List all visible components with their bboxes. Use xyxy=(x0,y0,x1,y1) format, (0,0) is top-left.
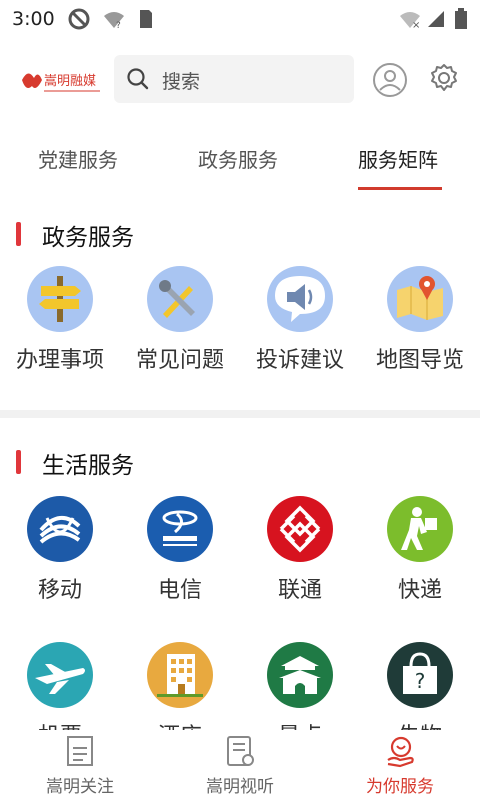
service-item-china-mobile[interactable]: 移动 xyxy=(0,496,120,604)
service-item-china-unicom[interactable]: 联通 xyxy=(240,496,360,604)
tab-party-service[interactable]: 党建服务 xyxy=(38,144,118,173)
tab-service-matrix[interactable]: 服务矩阵 xyxy=(358,144,438,173)
section-header-life: 生活服务 xyxy=(0,442,480,482)
service-label: 联通 xyxy=(277,578,322,603)
service-item-courier[interactable]: 快递 xyxy=(360,496,480,604)
nav-label: 为你服务 xyxy=(366,777,434,797)
do-not-disturb-icon xyxy=(68,8,90,30)
gate-tower-icon xyxy=(267,642,333,708)
wrench-pencil-icon xyxy=(147,266,213,332)
service-label: 电信 xyxy=(157,578,202,603)
signpost-icon xyxy=(27,266,93,332)
service-item-china-telecom[interactable]: 电信 xyxy=(120,496,240,604)
nav-label: 嵩明关注 xyxy=(46,777,114,797)
map-pin-icon xyxy=(387,266,453,332)
svg-text:?: ? xyxy=(415,669,426,693)
status-time: 3:00 xyxy=(12,8,55,30)
service-item-handle-matters[interactable]: 办理事项 xyxy=(0,266,120,374)
service-hand-icon xyxy=(387,736,414,768)
sim-card-icon xyxy=(140,10,152,28)
status-bar: 3:00 ? × xyxy=(0,0,480,36)
china-telecom-icon xyxy=(147,496,213,562)
section-bar xyxy=(16,222,21,246)
search-placeholder[interactable]: 搜索 xyxy=(162,67,200,94)
news-icon xyxy=(67,736,93,766)
lost-bag-icon: ? xyxy=(387,642,453,708)
section-divider xyxy=(0,410,480,418)
svg-text:×: × xyxy=(412,20,420,30)
svg-text:?: ? xyxy=(116,21,121,30)
top-bar: 嵩明融媒 搜索 xyxy=(0,52,480,108)
service-label: 常见问题 xyxy=(135,348,224,373)
service-label: 办理事项 xyxy=(15,348,104,373)
wifi-off-icon: × xyxy=(400,12,420,30)
section-header-government: 政务服务 xyxy=(0,214,480,254)
active-tab-indicator xyxy=(358,187,442,190)
app-logo: 嵩明融媒 xyxy=(18,66,102,96)
media-doc-icon xyxy=(227,736,254,766)
nav-label: 嵩明视听 xyxy=(206,777,274,797)
service-item-map-guide[interactable]: 地图导览 xyxy=(360,266,480,374)
china-unicom-icon xyxy=(267,496,333,562)
search-box[interactable]: 搜索 xyxy=(114,55,354,103)
courier-icon xyxy=(387,496,453,562)
search-icon xyxy=(127,68,149,90)
service-label: 投诉建议 xyxy=(255,348,344,373)
wifi-question-icon: ? xyxy=(104,12,124,30)
signal-icon xyxy=(428,11,444,27)
airplane-icon xyxy=(27,642,93,708)
category-tabs: 党建服务 政务服务 服务矩阵 xyxy=(0,130,480,190)
tab-government-service[interactable]: 政务服务 xyxy=(198,144,278,173)
section-bar xyxy=(16,450,21,474)
svg-text:嵩明融媒: 嵩明融媒 xyxy=(44,74,96,89)
battery-icon xyxy=(455,8,467,29)
service-label: 移动 xyxy=(37,578,82,603)
service-label: 地图导览 xyxy=(375,348,464,373)
service-item-complaint[interactable]: 投诉建议 xyxy=(240,266,360,374)
service-label: 快递 xyxy=(397,578,442,603)
service-item-faq[interactable]: 常见问题 xyxy=(120,266,240,374)
hotel-icon xyxy=(147,642,213,708)
user-avatar-icon[interactable] xyxy=(372,62,408,98)
bottom-navigation: 嵩明关注 嵩明视听 为你服务 xyxy=(0,730,480,800)
settings-gear-icon[interactable] xyxy=(428,62,460,94)
speaker-chat-icon xyxy=(267,266,333,332)
china-mobile-icon xyxy=(27,496,93,562)
section-title: 生活服务 xyxy=(42,453,134,479)
section-title: 政务服务 xyxy=(42,225,134,251)
